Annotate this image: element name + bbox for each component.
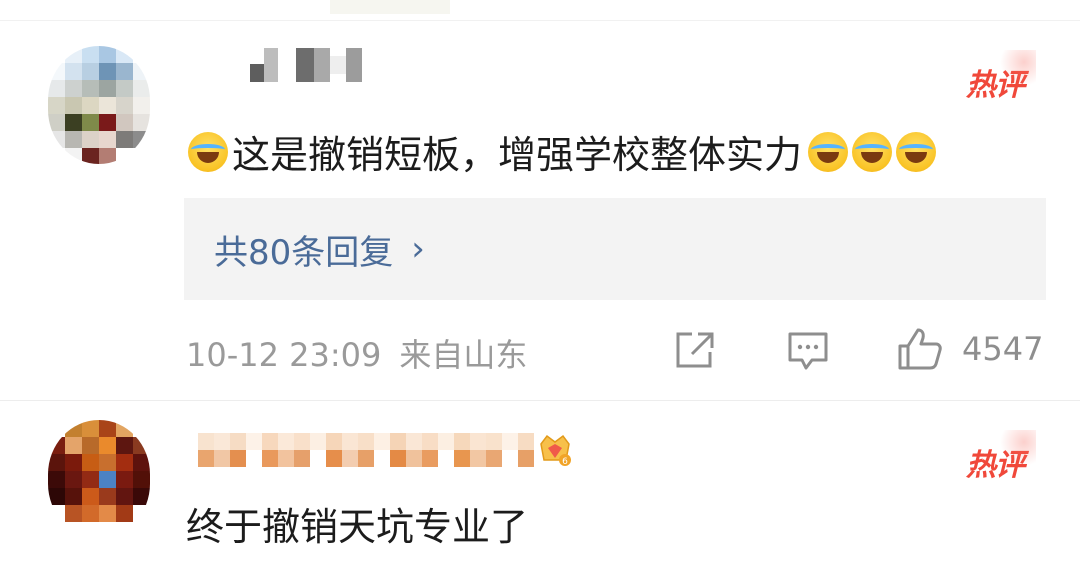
- laugh-cry-emoji-icon: [896, 131, 937, 172]
- comment-feed: 热评 这是撤销短板，增强学校整体实力 共80条回复 › 10-12 23:09 来…: [0, 0, 1080, 562]
- thumbs-up-icon: [898, 328, 942, 370]
- share-button[interactable]: [674, 330, 716, 370]
- location: 来自山东: [399, 336, 528, 374]
- comment-icon: [788, 332, 828, 370]
- comment-meta: 10-12 23:09 来自山东: [186, 330, 527, 376]
- laugh-cry-emoji-icon: [808, 131, 849, 172]
- username-blurred[interactable]: [232, 48, 362, 82]
- comment-button[interactable]: [786, 330, 830, 372]
- share-icon: [676, 332, 714, 368]
- like-button[interactable]: 4547: [896, 326, 1043, 372]
- hot-comment-badge: 热评: [966, 50, 1036, 104]
- comment-text: 终于撤销天坑专业了: [186, 505, 529, 549]
- timestamp: 10-12 23:09: [186, 336, 382, 374]
- comment-body: 终于撤销天坑专业了: [186, 496, 528, 551]
- laugh-cry-emoji-icon: [188, 131, 228, 172]
- crown-badge-icon: 6: [538, 432, 572, 468]
- avatar[interactable]: [48, 420, 150, 538]
- reply-count-label: 共80条回复: [214, 232, 394, 273]
- avatar[interactable]: [48, 46, 150, 164]
- comment-divider: [0, 400, 1080, 401]
- laugh-cry-emoji-icon: [852, 131, 893, 172]
- comment-body: 这是撤销短板，增强学校整体实力: [186, 124, 938, 179]
- top-divider: [0, 20, 1080, 21]
- vip-level: 6: [562, 457, 568, 467]
- chevron-right-icon: ›: [411, 229, 425, 269]
- hot-comment-badge: 热评: [966, 430, 1036, 484]
- username-blurred[interactable]: 6: [198, 432, 572, 468]
- comment-text: 这是撤销短板，增强学校整体实力: [232, 133, 803, 177]
- like-count: 4547: [962, 330, 1044, 368]
- top-fade: [330, 0, 450, 14]
- view-replies-button[interactable]: 共80条回复 ›: [184, 198, 1046, 300]
